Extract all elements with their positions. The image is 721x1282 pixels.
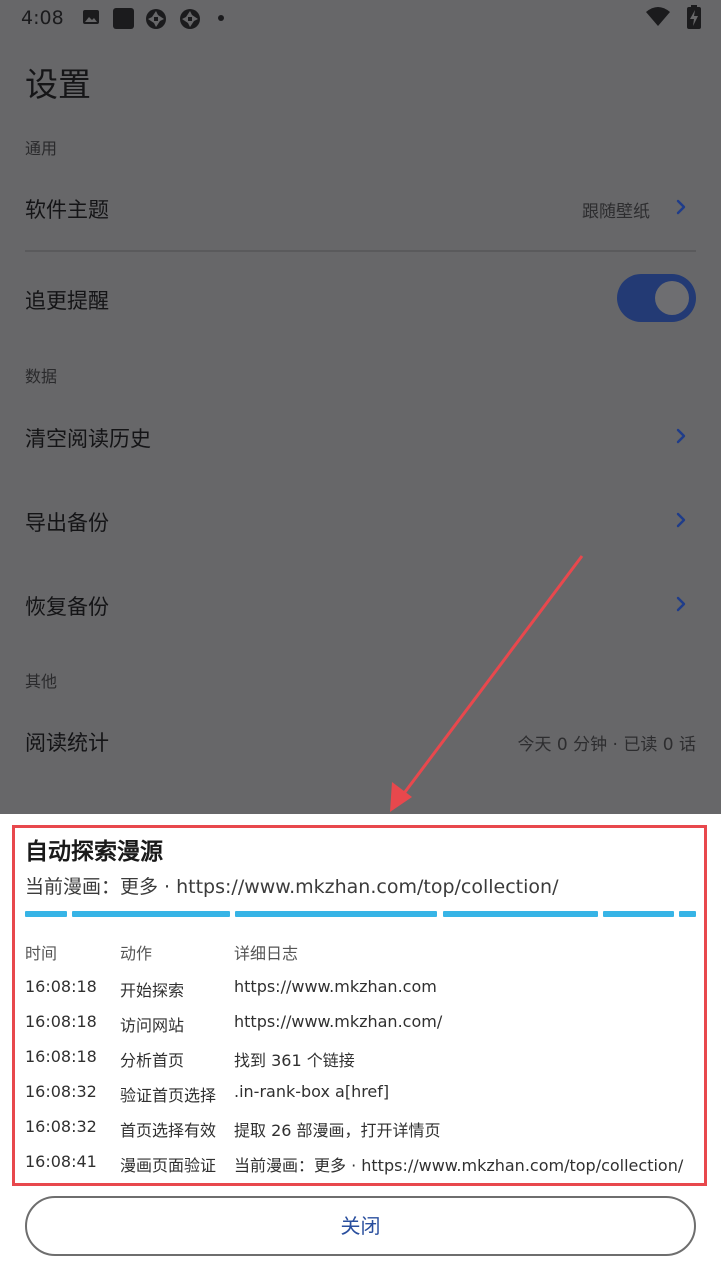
chevron-right-icon xyxy=(676,512,686,528)
status-time: 4:08 xyxy=(21,7,64,29)
section-general: 通用 xyxy=(25,139,58,158)
wifi-icon xyxy=(646,7,670,26)
update-reminder-toggle[interactable] xyxy=(617,274,696,322)
chevron-right-icon xyxy=(676,428,686,444)
battery-charging-icon xyxy=(687,5,701,29)
aperture-icon xyxy=(146,9,166,29)
export-backup-label: 导出备份 xyxy=(25,511,109,535)
page-title: 设置 xyxy=(25,65,91,104)
gesture-area xyxy=(0,1270,721,1282)
update-reminder-row: 追更提醒 xyxy=(0,282,721,318)
section-other: 其他 xyxy=(25,672,58,691)
square-app-icon xyxy=(113,8,134,29)
status-bar: 4:08 xyxy=(0,0,721,36)
reading-stats-label: 阅读统计 xyxy=(25,731,109,755)
annotation-highlight-box xyxy=(12,825,707,1186)
dot-icon xyxy=(218,15,224,21)
theme-setting-row[interactable]: 软件主题 跟随壁纸 xyxy=(0,190,721,226)
theme-label: 软件主题 xyxy=(25,198,109,222)
chevron-right-icon xyxy=(676,199,686,215)
section-data: 数据 xyxy=(25,367,58,386)
toggle-knob xyxy=(655,281,689,315)
close-button[interactable]: 关闭 xyxy=(25,1196,696,1256)
clear-history-label: 清空阅读历史 xyxy=(25,427,151,451)
aperture-icon xyxy=(180,9,200,29)
restore-backup-label: 恢复备份 xyxy=(25,595,109,619)
chevron-right-icon xyxy=(676,596,686,612)
divider xyxy=(25,250,696,252)
theme-value: 跟随壁纸 xyxy=(582,202,650,222)
export-backup-row[interactable]: 导出备份 xyxy=(0,504,721,540)
clear-history-row[interactable]: 清空阅读历史 xyxy=(0,420,721,456)
reading-stats-value: 今天 0 分钟 · 已读 0 话 xyxy=(517,735,696,755)
image-icon xyxy=(83,10,99,24)
reading-stats-row[interactable]: 阅读统计 今天 0 分钟 · 已读 0 话 xyxy=(0,724,721,760)
update-reminder-label: 追更提醒 xyxy=(25,289,109,313)
restore-backup-row[interactable]: 恢复备份 xyxy=(0,588,721,624)
